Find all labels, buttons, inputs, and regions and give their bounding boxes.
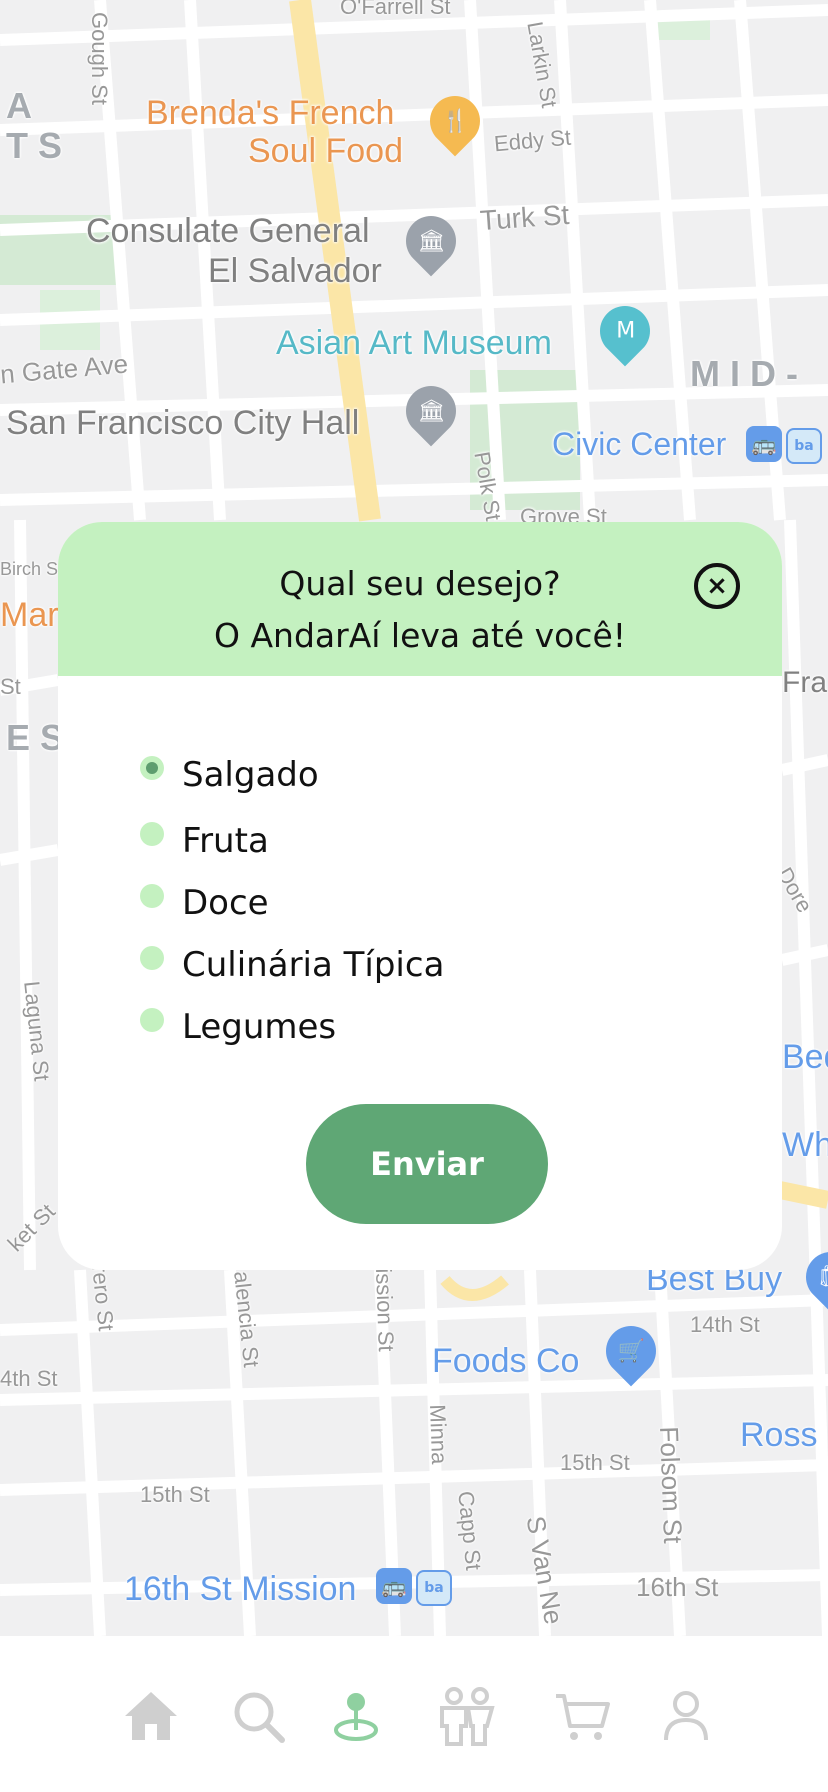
- option-label: Culinária Típica: [182, 945, 445, 985]
- nav-map[interactable]: [326, 1686, 386, 1746]
- modal-header: Qual seu desejo? O AndarAí leva até você…: [58, 522, 782, 676]
- option-fruta[interactable]: Fruta: [140, 816, 269, 866]
- order-modal: Qual seu desejo? O AndarAí leva até você…: [58, 522, 782, 1270]
- option-label: Legumes: [182, 1007, 337, 1047]
- radio-button[interactable]: [140, 884, 164, 908]
- option-label: Fruta: [182, 821, 269, 861]
- profile-icon: [664, 1691, 708, 1741]
- people-icon: [440, 1687, 495, 1746]
- submit-button[interactable]: Enviar: [306, 1104, 548, 1224]
- nav-home[interactable]: [121, 1686, 181, 1746]
- bottom-nav-bar: [0, 1636, 828, 1792]
- option-doce[interactable]: Doce: [140, 878, 269, 928]
- option-culinaria-tipica[interactable]: Culinária Típica: [140, 940, 444, 990]
- nav-cart[interactable]: [552, 1686, 612, 1746]
- cart-icon: [556, 1694, 610, 1740]
- radio-button[interactable]: [140, 946, 164, 970]
- modal-title-line1: Qual seu desejo?: [279, 564, 561, 603]
- radio-button[interactable]: [140, 1008, 164, 1032]
- modal-title-line2: O AndarAí leva até você!: [214, 616, 626, 655]
- home-icon: [125, 1692, 177, 1740]
- nav-profile[interactable]: [656, 1686, 716, 1746]
- close-icon: ×: [706, 571, 728, 601]
- nav-search[interactable]: [228, 1686, 288, 1746]
- radio-button-checked[interactable]: [140, 756, 164, 780]
- search-icon: [234, 1692, 285, 1743]
- option-label: Doce: [182, 883, 269, 923]
- option-label: Salgado: [182, 755, 319, 795]
- option-legumes[interactable]: Legumes: [140, 1002, 336, 1052]
- radio-button[interactable]: [140, 822, 164, 846]
- location-pin-icon: [334, 1693, 378, 1741]
- nav-people[interactable]: [437, 1686, 497, 1746]
- option-salgado[interactable]: Salgado: [140, 750, 319, 800]
- close-button[interactable]: ×: [694, 563, 740, 609]
